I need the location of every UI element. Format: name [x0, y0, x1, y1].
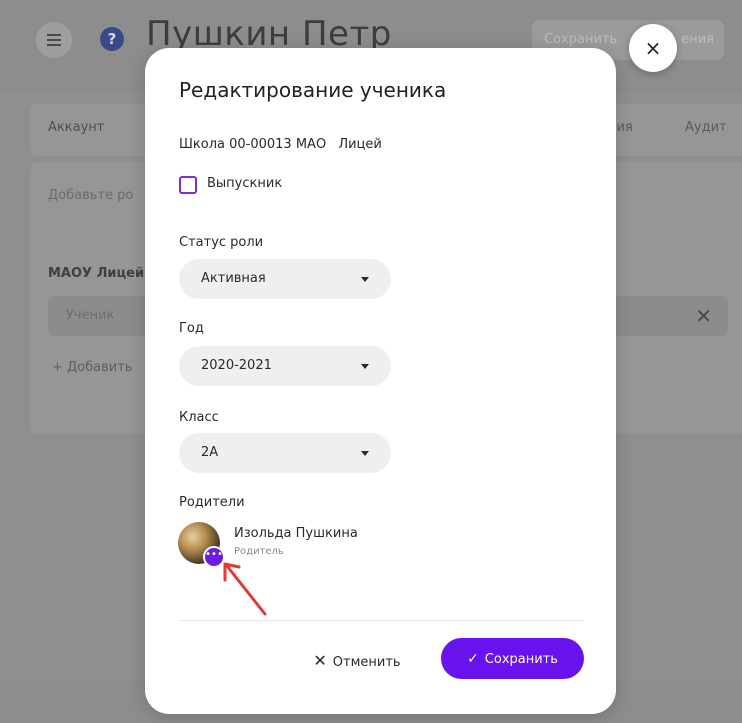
class-select[interactable]: 2А — [179, 433, 391, 473]
graduate-label: Выпускник — [207, 176, 283, 191]
roles-hint: Добавьте ро — [48, 188, 134, 203]
tab-account[interactable]: Аккаунт — [48, 120, 104, 135]
parent-name: Изольда Пушкина — [234, 526, 358, 541]
tab-audit[interactable]: Аудит — [685, 120, 727, 135]
year-label: Год — [179, 321, 204, 336]
org-name: МАОУ Лицей — [48, 266, 145, 281]
close-icon: ✕ — [313, 650, 327, 670]
role-status-select[interactable]: Активная — [179, 259, 391, 299]
arrow-annotation-icon — [223, 562, 267, 616]
dialog-title: Редактирование ученика — [179, 78, 447, 102]
save-button[interactable]: ✓ Сохранить — [441, 638, 584, 679]
check-icon: ✓ — [467, 650, 479, 667]
caret-down-icon — [361, 364, 369, 369]
footer-divider — [179, 620, 584, 621]
class-value: 2А — [201, 445, 219, 460]
background-save-suffix: ения — [681, 32, 714, 47]
menu-icon — [47, 34, 61, 36]
parents-label: Родители — [179, 495, 245, 510]
help-icon[interactable]: ? — [100, 27, 124, 51]
background-save-label: Сохранить — [544, 32, 618, 47]
role-status-value: Активная — [201, 271, 266, 286]
cancel-button[interactable]: ✕ Отменить — [301, 640, 413, 680]
year-value: 2020-2021 — [201, 358, 272, 373]
year-select[interactable]: 2020-2021 — [179, 346, 391, 386]
save-label: Сохранить — [484, 651, 558, 667]
role-value: Ученик — [66, 308, 115, 323]
edit-student-dialog: Редактирование ученика Школа 00-00013 МА… — [145, 48, 616, 714]
caret-down-icon — [361, 277, 369, 282]
graduate-checkbox[interactable] — [179, 176, 197, 194]
menu-icon-line — [47, 39, 61, 41]
class-label: Класс — [179, 410, 219, 425]
school-name: Лицей — [338, 137, 382, 152]
school-info: Школа 00-00013 МАО Лицей — [179, 137, 382, 152]
close-dialog-button[interactable]: × — [629, 24, 677, 72]
menu-icon-line — [47, 44, 61, 46]
role-status-label: Статус роли — [179, 235, 264, 250]
add-role-link[interactable]: + Добавить — [52, 360, 132, 375]
menu-button[interactable] — [36, 22, 72, 58]
caret-down-icon — [361, 451, 369, 456]
school-code: Школа 00-00013 МАО — [179, 137, 327, 152]
parent-role: Родитель — [234, 546, 284, 557]
remove-role-icon[interactable]: ✕ — [695, 304, 712, 328]
cancel-label: Отменить — [332, 654, 401, 670]
